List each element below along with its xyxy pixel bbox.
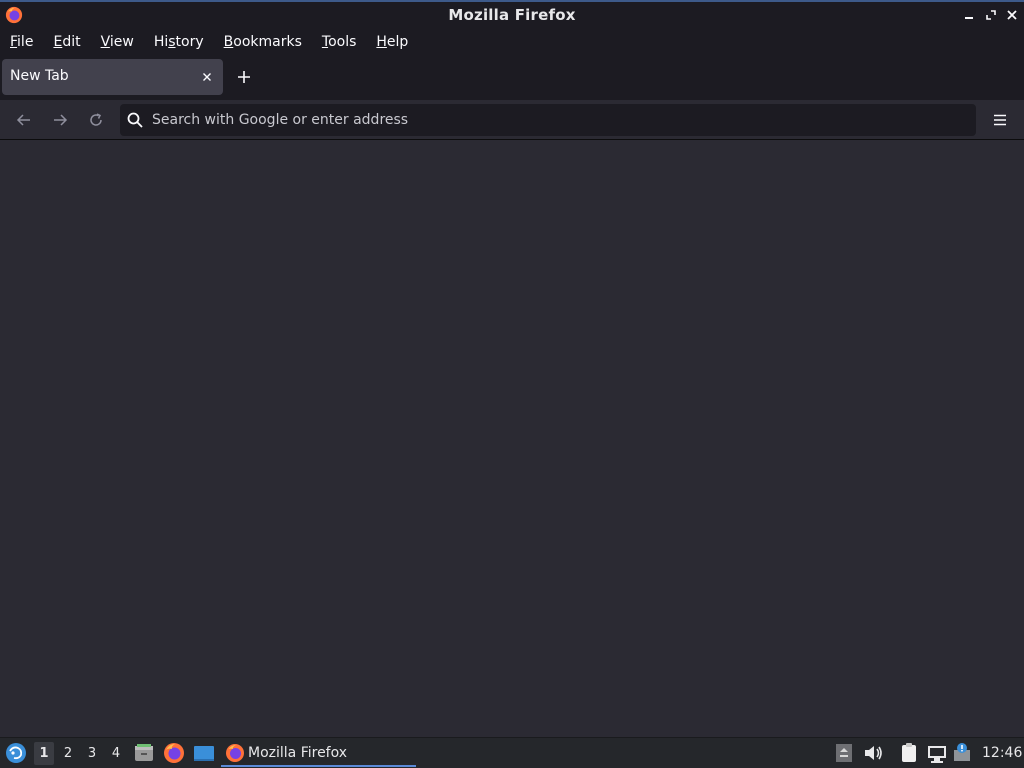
firefox-icon [226, 744, 244, 762]
workspace-1[interactable]: 1 [34, 742, 54, 765]
menu-edit[interactable]: Edit [43, 29, 90, 55]
system-taskbar: 1 2 3 4 Mozilla Firefox 12:46 [0, 737, 1024, 768]
open-menu-button[interactable] [988, 108, 1012, 132]
taskbar-window-label: Mozilla Firefox [248, 745, 348, 761]
arrow-left-icon [16, 114, 30, 126]
menu-file[interactable]: File [0, 29, 43, 55]
menu-view[interactable]: View [91, 29, 144, 55]
window-title: Mozilla Firefox [448, 6, 576, 24]
close-icon [1007, 10, 1017, 20]
taskbar-clock[interactable]: 12:46 [982, 745, 1022, 761]
hamburger-menu-icon [994, 114, 1006, 126]
volume-icon[interactable] [862, 742, 884, 764]
taskbar-window-firefox[interactable]: Mozilla Firefox [221, 740, 416, 767]
network-icon[interactable] [926, 742, 948, 764]
notification-icon[interactable] [952, 742, 974, 764]
navigation-toolbar [0, 100, 1024, 140]
menu-bookmarks[interactable]: Bookmarks [214, 29, 312, 55]
close-window-button[interactable] [1003, 6, 1021, 24]
menu-bar: File Edit View History Bookmarks Tools H… [0, 29, 1024, 55]
maximize-button[interactable] [982, 6, 1000, 24]
url-bar[interactable] [120, 104, 976, 136]
reload-button[interactable] [84, 108, 108, 132]
maximize-icon [986, 10, 996, 20]
search-icon [127, 112, 143, 128]
arrow-right-icon [54, 114, 68, 126]
search-input[interactable] [152, 104, 962, 136]
page-content[interactable] [0, 141, 1024, 737]
minimize-icon [965, 17, 973, 19]
plus-icon [238, 71, 250, 83]
start-menu-icon[interactable] [4, 741, 28, 765]
minimize-button[interactable] [960, 6, 978, 24]
menu-tools[interactable]: Tools [312, 29, 367, 55]
workspace-4[interactable]: 4 [106, 742, 126, 765]
firefox-icon[interactable] [163, 742, 185, 764]
new-tab-button[interactable] [232, 65, 256, 89]
workspace-3[interactable]: 3 [82, 742, 102, 765]
close-icon [203, 73, 211, 81]
back-button[interactable] [12, 108, 36, 132]
tab-label: New Tab [10, 68, 69, 84]
forward-button[interactable] [48, 108, 72, 132]
reload-icon [90, 113, 102, 126]
menu-help[interactable]: Help [366, 29, 418, 55]
tray-arrow-icon[interactable] [833, 742, 855, 764]
clipboard-icon[interactable] [898, 742, 920, 764]
workspace-2[interactable]: 2 [58, 742, 78, 765]
menu-history[interactable]: History [144, 29, 214, 55]
tab-close-button[interactable] [198, 68, 216, 86]
tab-strip: New Tab [0, 55, 1024, 100]
file-manager-icon[interactable] [133, 742, 155, 764]
window-titlebar[interactable]: Mozilla Firefox [0, 0, 1024, 29]
desktop-icon[interactable] [193, 742, 215, 764]
tab-new-tab[interactable]: New Tab [2, 59, 223, 95]
